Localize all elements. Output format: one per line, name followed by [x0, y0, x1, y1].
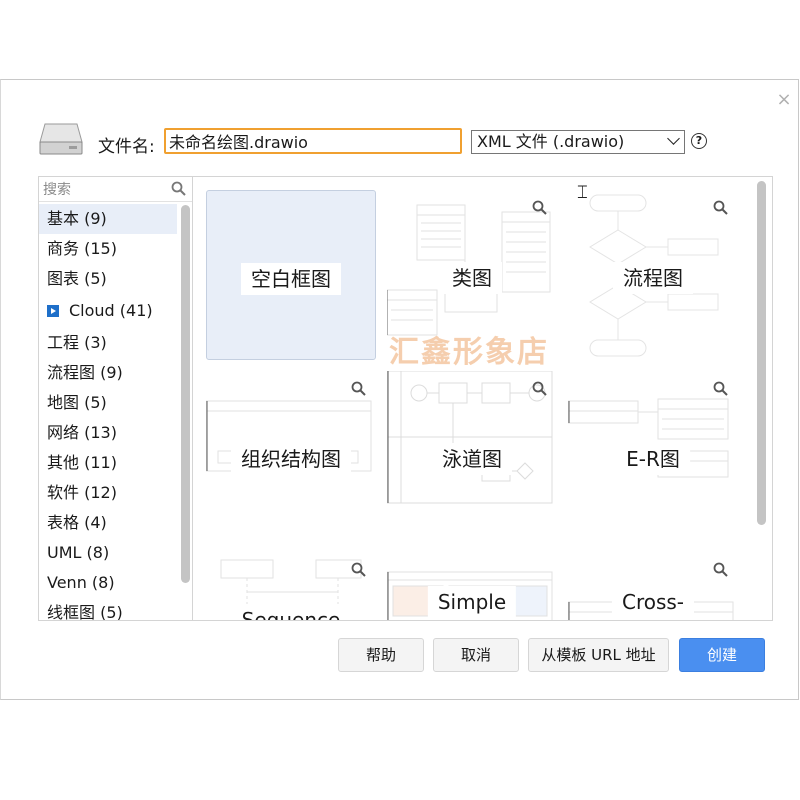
- template-label: 类图: [442, 262, 502, 294]
- close-icon[interactable]: ×: [776, 91, 792, 109]
- zoom-icon[interactable]: [351, 562, 366, 577]
- category-item-engineering[interactable]: 工程 (3): [39, 328, 177, 358]
- zoom-icon[interactable]: [532, 381, 547, 396]
- template-label: Sequence: [231, 604, 351, 620]
- from-template-url-button[interactable]: 从模板 URL 地址: [528, 638, 669, 672]
- zoom-icon[interactable]: [532, 200, 547, 215]
- category-item-software[interactable]: 软件 (12): [39, 478, 177, 508]
- category-item-cloud[interactable]: Cloud (41): [39, 294, 177, 328]
- template-grid: 空白框图 类图 流程图 组织结构图 泳道图 E-R图 Sequence Simp…: [193, 176, 773, 621]
- template-label: E-R图: [616, 443, 690, 475]
- watermark: 汇鑫形象店: [389, 335, 549, 370]
- cancel-button[interactable]: 取消: [433, 638, 519, 672]
- filename-input[interactable]: [164, 128, 462, 154]
- template-sequence[interactable]: Sequence: [206, 552, 376, 620]
- category-item-business[interactable]: 商务 (15): [39, 234, 177, 264]
- template-label: Simple: [427, 586, 517, 618]
- category-item-network[interactable]: 网络 (13): [39, 418, 177, 448]
- template-label: 流程图: [613, 262, 693, 294]
- cloud-folder-icon: [47, 304, 59, 317]
- category-item-flowchart[interactable]: 流程图 (9): [39, 358, 177, 388]
- hard-drive-icon: [39, 123, 83, 155]
- template-scrollbar[interactable]: [757, 181, 766, 525]
- help-button[interactable]: 帮助: [338, 638, 424, 672]
- category-item-other[interactable]: 其他 (11): [39, 448, 177, 478]
- category-scrollbar[interactable]: [181, 205, 190, 583]
- template-org-chart[interactable]: 组织结构图: [206, 371, 376, 541]
- template-label: 组织结构图: [231, 443, 351, 475]
- zoom-icon[interactable]: [713, 562, 728, 577]
- category-list: 基本 (9) 商务 (15) 图表 (5) Cloud (41) 工程 (3) …: [39, 204, 177, 620]
- template-blank[interactable]: 空白框图: [206, 190, 376, 360]
- category-item-label: Cloud (41): [69, 301, 153, 320]
- template-flowchart[interactable]: 流程图: [568, 190, 738, 360]
- category-item-tables[interactable]: 表格 (4): [39, 508, 177, 538]
- format-select[interactable]: XML 文件 (.drawio): [471, 130, 685, 154]
- category-item-basic[interactable]: 基本 (9): [39, 204, 177, 234]
- template-er-diagram[interactable]: E-R图: [568, 371, 738, 541]
- search-input[interactable]: [39, 177, 173, 203]
- chevron-down-icon: [667, 132, 680, 145]
- template-simple[interactable]: Simple: [387, 552, 557, 620]
- filename-label: 文件名:: [98, 137, 155, 157]
- help-icon[interactable]: ?: [691, 133, 707, 149]
- category-item-charts[interactable]: 图表 (5): [39, 264, 177, 294]
- template-label: 空白框图: [241, 263, 341, 295]
- category-item-venn[interactable]: Venn (8): [39, 568, 177, 598]
- template-label: 泳道图: [432, 443, 512, 475]
- category-panel: 基本 (9) 商务 (15) 图表 (5) Cloud (41) 工程 (3) …: [38, 176, 193, 621]
- zoom-icon[interactable]: [351, 381, 366, 396]
- zoom-icon[interactable]: [713, 200, 728, 215]
- zoom-icon[interactable]: [713, 381, 728, 396]
- category-item-uml[interactable]: UML (8): [39, 538, 177, 568]
- search-box: [39, 177, 192, 203]
- search-icon[interactable]: [171, 181, 186, 196]
- category-item-maps[interactable]: 地图 (5): [39, 388, 177, 418]
- template-label: Cross-: [611, 586, 695, 618]
- category-item-wireframes[interactable]: 线框图 (5): [39, 598, 177, 620]
- create-button[interactable]: 创建: [679, 638, 765, 672]
- format-select-value: XML 文件 (.drawio): [477, 132, 625, 151]
- new-diagram-dialog: × 文件名: XML 文件 (.drawio) ? 基本 (9) 商务 (15)…: [0, 79, 799, 700]
- template-swimlane[interactable]: 泳道图: [387, 371, 557, 541]
- text-cursor-icon: ⌶: [577, 182, 588, 203]
- template-cross-functional[interactable]: Cross-: [568, 552, 738, 620]
